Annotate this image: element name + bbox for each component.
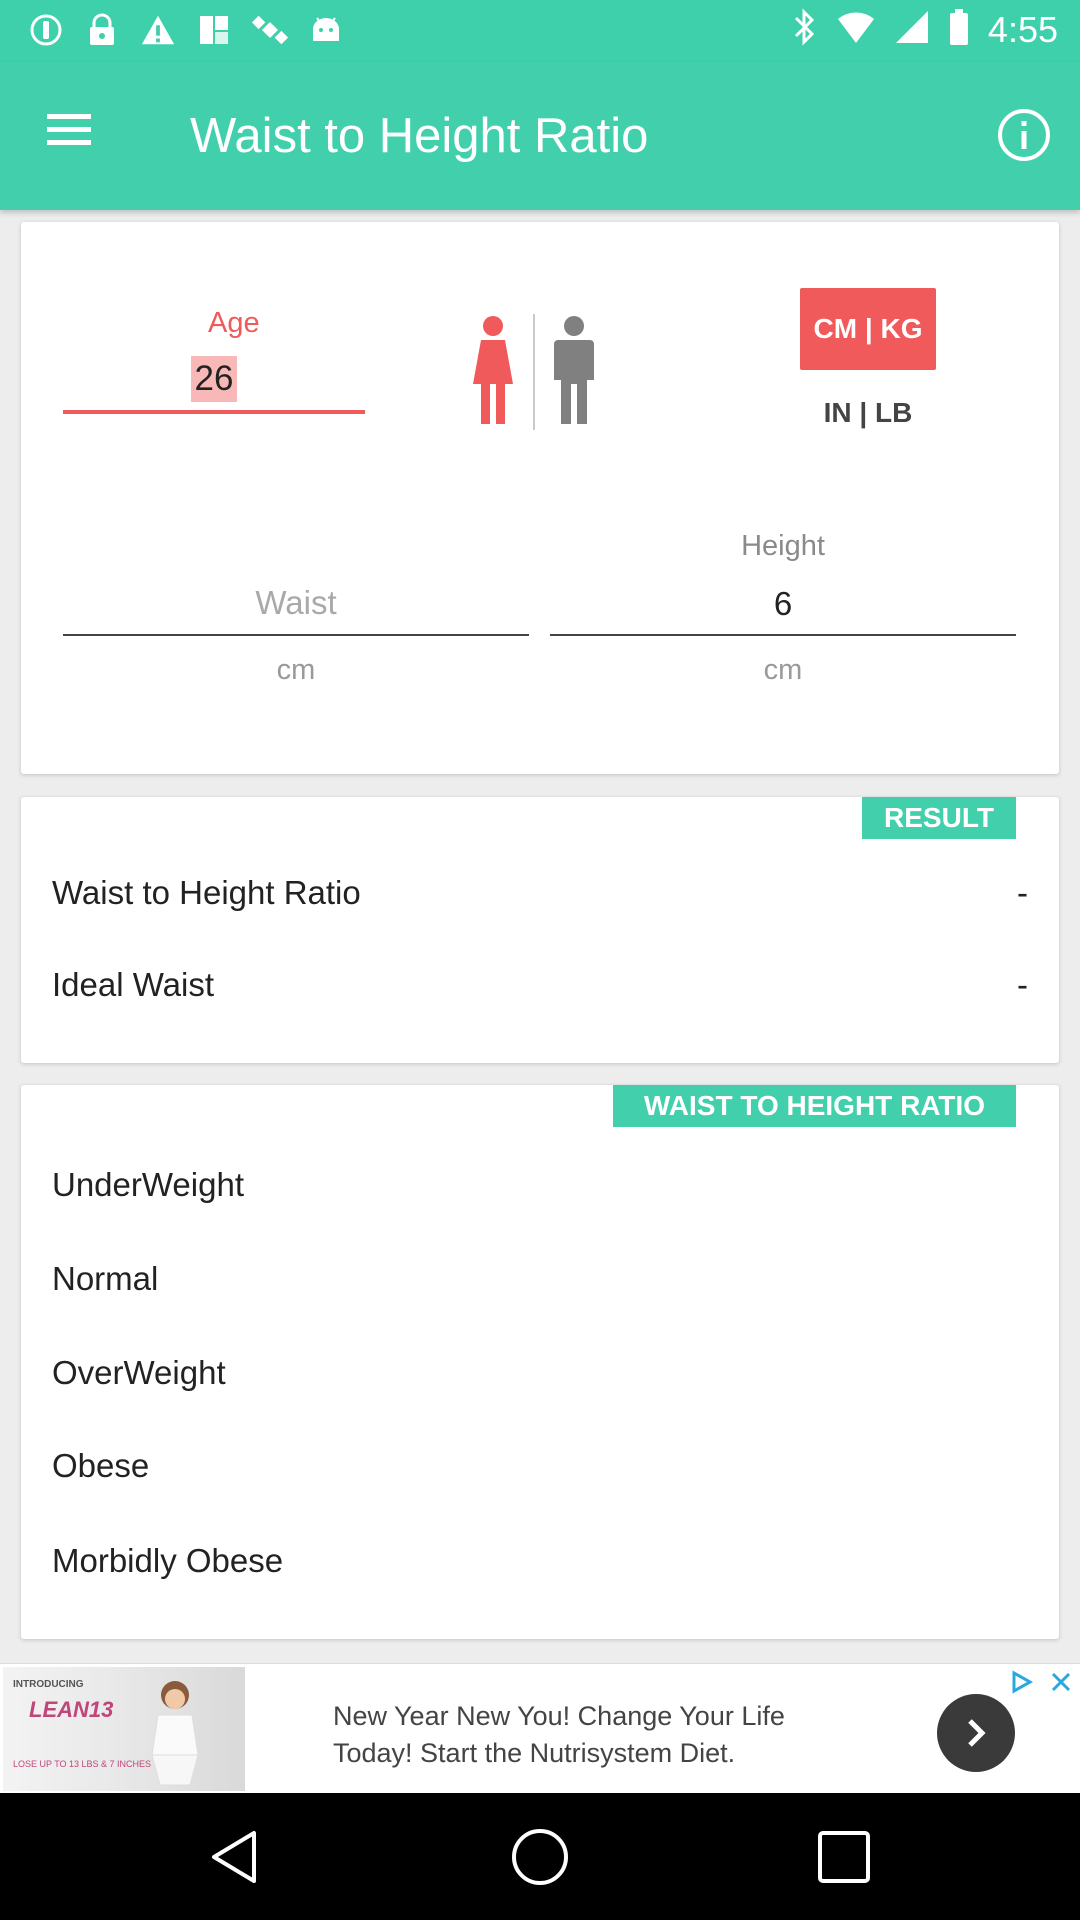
android-icon [308, 12, 344, 48]
ad-brand-line: INTRODUCING [13, 1679, 84, 1690]
input-card: Age 26 CM | KG IN | LB Waist cm Height 6… [21, 222, 1059, 774]
height-input[interactable]: 6 [550, 572, 1016, 636]
alert-icon [28, 12, 64, 48]
ad-choices-icon [1012, 1670, 1034, 1694]
home-circle-icon [512, 1829, 568, 1885]
home-button[interactable] [508, 1825, 572, 1889]
signal-icon [894, 9, 930, 50]
category-row: Obese [52, 1447, 150, 1484]
navigation-bar [0, 1793, 1080, 1920]
battery-icon [948, 8, 970, 51]
result-row-label: Ideal Waist [52, 966, 215, 1003]
category-row: Morbidly Obese [52, 1542, 284, 1579]
ad-image: INTRODUCING LEAN13 LOSE UP TO 13 LBS & 7… [3, 1667, 245, 1791]
age-value: 26 [190, 356, 238, 402]
fake-gps-icon [196, 12, 232, 48]
ad-open-button[interactable] [937, 1694, 1015, 1772]
ratio-categories-card: WAIST TO HEIGHT RATIO UnderWeight Normal… [21, 1085, 1059, 1639]
wifi-icon [836, 9, 876, 50]
height-value: 6 [773, 585, 793, 622]
close-icon [1051, 1672, 1071, 1692]
recents-button[interactable] [812, 1825, 876, 1889]
chevron-right-icon [968, 1719, 986, 1747]
category-row: UnderWeight [52, 1166, 244, 1203]
male-gender-button[interactable] [550, 314, 598, 426]
menu-button[interactable] [42, 110, 102, 162]
result-row-value: - [1017, 874, 1028, 911]
metric-units-button[interactable]: CM | KG [800, 288, 936, 370]
status-time: 4:55 [987, 8, 1058, 50]
ad-text: New Year New You! Change Your Life Today… [333, 1701, 785, 1768]
back-triangle-icon [212, 1831, 256, 1883]
result-row-value: - [1017, 966, 1028, 1003]
bluetooth-icon [792, 8, 818, 51]
satellite-icon [252, 12, 288, 48]
category-row: OverWeight [52, 1354, 226, 1391]
category-row: Normal [52, 1260, 159, 1297]
ratio-tag: WAIST TO HEIGHT RATIO [613, 1085, 1016, 1127]
hamburger-menu-icon [47, 114, 91, 145]
ad-brand: LEAN13 [29, 1697, 114, 1722]
info-icon [998, 109, 1050, 161]
waist-placeholder: Waist [255, 584, 337, 621]
page-title: Waist to Height Ratio [190, 109, 649, 163]
ad-promo: LOSE UP TO 13 LBS & 7 INCHES [13, 1759, 152, 1769]
recents-square-icon [818, 1831, 870, 1883]
result-row-label: Waist to Height Ratio [52, 874, 361, 911]
back-button[interactable] [204, 1825, 268, 1889]
info-button[interactable] [996, 107, 1052, 163]
ad-choices-button[interactable] [1003, 1664, 1039, 1700]
lock-icon [84, 12, 120, 48]
imperial-units-button[interactable]: IN | LB [800, 390, 936, 436]
height-unit-label: cm [763, 654, 803, 686]
age-input[interactable]: 26 [63, 350, 365, 414]
female-gender-button[interactable] [469, 314, 517, 426]
ad-person-image [151, 1681, 199, 1786]
warning-icon [140, 12, 176, 48]
male-icon [554, 316, 594, 424]
height-label: Height [741, 530, 825, 562]
status-bar: 4:55 [0, 0, 1080, 62]
waist-input[interactable]: Waist [63, 572, 529, 636]
gender-divider [533, 314, 535, 430]
age-label: Age [208, 307, 260, 339]
waist-unit-label: cm [276, 654, 316, 686]
ad-banner[interactable]: INTRODUCING LEAN13 LOSE UP TO 13 LBS & 7… [0, 1663, 1080, 1794]
ad-close-button[interactable] [1043, 1664, 1079, 1700]
result-tag: RESULT [862, 797, 1016, 839]
app-bar: Waist to Height Ratio [0, 62, 1080, 210]
result-card: RESULT Waist to Height Ratio - Ideal Wai… [21, 797, 1059, 1063]
female-icon [473, 316, 513, 424]
